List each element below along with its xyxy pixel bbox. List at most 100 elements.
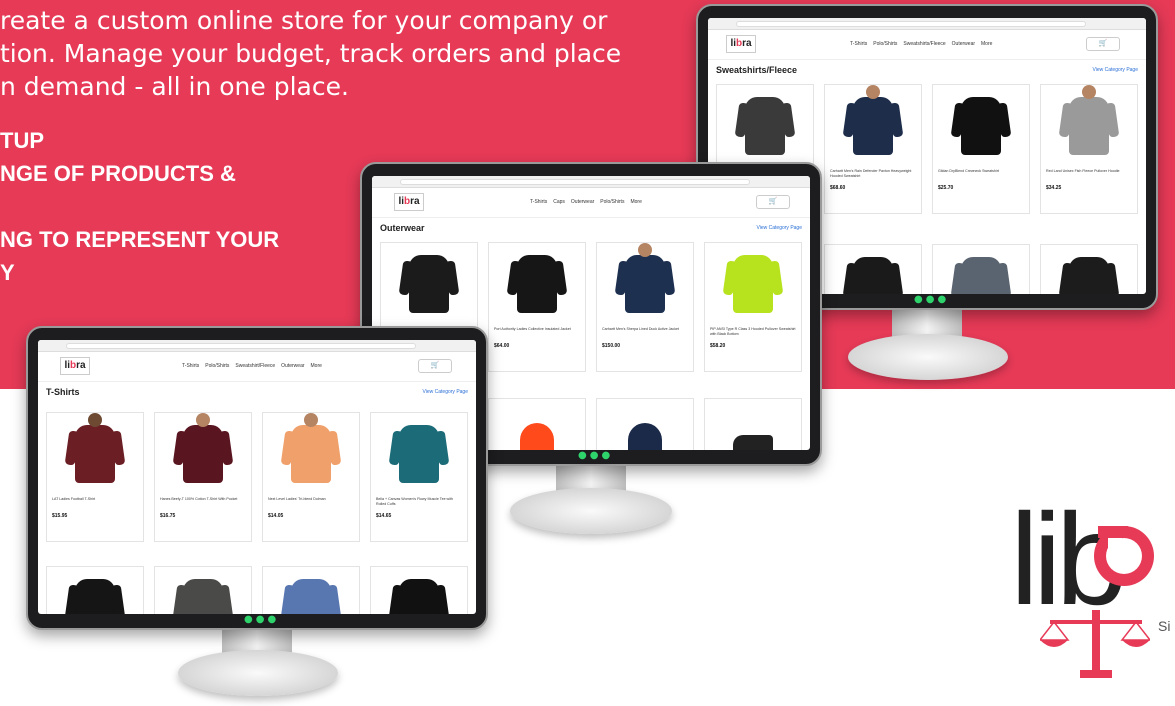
product-card[interactable] bbox=[262, 566, 360, 614]
view-category-link[interactable]: View Category Page bbox=[757, 225, 803, 231]
store-logo[interactable]: libra bbox=[60, 357, 90, 375]
tshirt-image bbox=[183, 413, 223, 483]
product-name: Gildan DryBlend Crewneck Sweatshirt bbox=[938, 169, 999, 173]
nav-item[interactable]: Outerwear bbox=[281, 363, 304, 369]
product-card[interactable] bbox=[932, 244, 1030, 294]
product-image bbox=[711, 405, 795, 450]
scales-of-justice-icon bbox=[1040, 610, 1150, 678]
product-card[interactable] bbox=[488, 398, 586, 450]
store-logo[interactable]: libra bbox=[394, 193, 424, 211]
category-header: Sweatshirts/Fleece View Category Page bbox=[708, 60, 1146, 80]
nav-item[interactable]: Polo/Shirts bbox=[873, 41, 897, 47]
product-card[interactable]: Red Land Unisex Fish Fleece Pullover Hoo… bbox=[1040, 84, 1138, 214]
beanie-image bbox=[520, 423, 554, 450]
product-grid: LAT Ladies Football T-Shirt $15.95 Hanes … bbox=[46, 412, 468, 542]
boot-image bbox=[733, 435, 773, 450]
product-card[interactable]: LAT Ladies Football T-Shirt $15.95 bbox=[46, 412, 144, 542]
product-image bbox=[53, 573, 137, 614]
nav-item[interactable]: T-Shirts bbox=[850, 41, 867, 47]
product-card[interactable] bbox=[824, 244, 922, 294]
cart-button[interactable]: 🛒 bbox=[756, 195, 790, 209]
product-name: Red Land Unisex Fish Fleece Pullover Hoo… bbox=[1046, 169, 1120, 173]
product-price: $14.05 bbox=[268, 513, 284, 519]
product-price: $25.70 bbox=[938, 185, 954, 191]
product-card[interactable] bbox=[370, 566, 468, 614]
category-header: Outerwear View Category Page bbox=[372, 218, 810, 238]
nav-item[interactable]: Polo/Shirts bbox=[600, 199, 624, 205]
product-price: $34.25 bbox=[1046, 185, 1062, 191]
product-price: $16.75 bbox=[160, 513, 176, 519]
nav-item[interactable]: T-Shirts bbox=[530, 199, 547, 205]
hoodie-image bbox=[853, 85, 893, 155]
nav-item[interactable]: Outerwear bbox=[571, 199, 594, 205]
product-card[interactable]: Next Level Ladies' Tri-blend Dolman $14.0… bbox=[262, 412, 360, 542]
tank-image bbox=[399, 425, 439, 483]
product-name: Bella + Canvas Women's Flowy Muscle Tee … bbox=[376, 497, 453, 506]
product-price: $14.65 bbox=[376, 513, 392, 519]
nav-item[interactable]: Caps bbox=[553, 199, 565, 205]
product-card[interactable]: Bella + Canvas Women's Flowy Muscle Tee … bbox=[370, 412, 468, 542]
nav-item[interactable]: Sweatshirt/Fleece bbox=[235, 363, 275, 369]
jacket-image bbox=[517, 255, 557, 313]
hoodie-image bbox=[961, 257, 1001, 294]
category-title: Outerwear bbox=[380, 223, 425, 233]
hoodie-image bbox=[745, 97, 785, 155]
nav-item[interactable]: Polo/Shirts bbox=[205, 363, 229, 369]
product-name: Next Level Ladies' Tri-blend Dolman bbox=[268, 497, 326, 501]
product-image bbox=[495, 405, 579, 450]
headline-line-1: reate a custom online store for your com… bbox=[0, 6, 608, 35]
browser-chrome bbox=[372, 176, 810, 188]
product-card[interactable]: Carhartt Men's Sherpa Lined Duck Active … bbox=[596, 242, 694, 372]
nav-item[interactable]: Sweatshirts/Fleece bbox=[903, 41, 945, 47]
url-bar[interactable] bbox=[736, 21, 1086, 27]
feature-item-3 bbox=[0, 190, 320, 223]
nav-item[interactable]: More bbox=[981, 41, 992, 47]
feature-item-5: Y bbox=[0, 260, 15, 285]
cart-button[interactable]: 🛒 bbox=[418, 359, 452, 373]
product-card[interactable] bbox=[704, 398, 802, 450]
view-category-link[interactable]: View Category Page bbox=[1093, 67, 1139, 73]
site-header: libra T-Shirts Polo/Shirts Sweatshirt/Flee… bbox=[38, 352, 476, 382]
store-logo[interactable]: libra bbox=[726, 35, 756, 53]
monitor-base bbox=[510, 488, 672, 534]
url-bar[interactable] bbox=[400, 179, 750, 185]
product-card[interactable] bbox=[1040, 244, 1138, 294]
nav-item[interactable]: More bbox=[630, 199, 641, 205]
power-indicator-icon: ●●● bbox=[578, 450, 614, 461]
product-card[interactable]: Carhartt Men's Rain Defender Paxton Heav… bbox=[824, 84, 922, 214]
nav-item[interactable]: Outerwear bbox=[952, 41, 975, 47]
model-head bbox=[196, 413, 210, 427]
nav-item[interactable]: More bbox=[311, 363, 322, 369]
product-card[interactable]: Hanes Beefy-T 100% Cotton T-Shirt With P… bbox=[154, 412, 252, 542]
view-category-link[interactable]: View Category Page bbox=[423, 389, 469, 395]
product-image bbox=[939, 251, 1023, 294]
category-title: T-Shirts bbox=[46, 387, 80, 397]
headline-line-2: tion. Manage your budget, track orders a… bbox=[0, 39, 622, 68]
tshirt-image bbox=[291, 579, 331, 614]
product-price: $58.20 bbox=[710, 343, 726, 349]
product-name: LAT Ladies Football T-Shirt bbox=[52, 497, 96, 501]
feature-item-4: NG TO REPRESENT YOUR bbox=[0, 227, 280, 252]
product-image bbox=[387, 249, 471, 319]
product-price: $64.00 bbox=[494, 343, 510, 349]
product-card[interactable]: Gildan DryBlend Crewneck Sweatshirt $25.7… bbox=[932, 84, 1030, 214]
product-image bbox=[1047, 85, 1131, 161]
product-card[interactable] bbox=[596, 398, 694, 450]
tshirt-image bbox=[291, 413, 331, 483]
site-header: libra T-Shirts Polo/Shirts Sweatshirts/Fle… bbox=[708, 30, 1146, 60]
cart-button[interactable]: 🛒 bbox=[1086, 37, 1120, 51]
product-grid-row-2 bbox=[46, 566, 468, 614]
model-head bbox=[1082, 85, 1096, 99]
monitor-base bbox=[848, 334, 1008, 380]
product-image bbox=[377, 419, 461, 489]
product-image bbox=[603, 243, 687, 319]
tshirt-image bbox=[183, 579, 223, 614]
product-card[interactable] bbox=[46, 566, 144, 614]
browser-chrome bbox=[38, 340, 476, 352]
product-card[interactable]: Port Authority Ladies Collective Insulat… bbox=[488, 242, 586, 372]
product-card[interactable]: PIP ANSI Type R Class 3 Hooded Pullover … bbox=[704, 242, 802, 372]
product-card[interactable] bbox=[154, 566, 252, 614]
product-name: Port Authority Ladies Collective Insulat… bbox=[494, 327, 571, 331]
nav-item[interactable]: T-Shirts bbox=[182, 363, 199, 369]
url-bar[interactable] bbox=[66, 343, 416, 349]
